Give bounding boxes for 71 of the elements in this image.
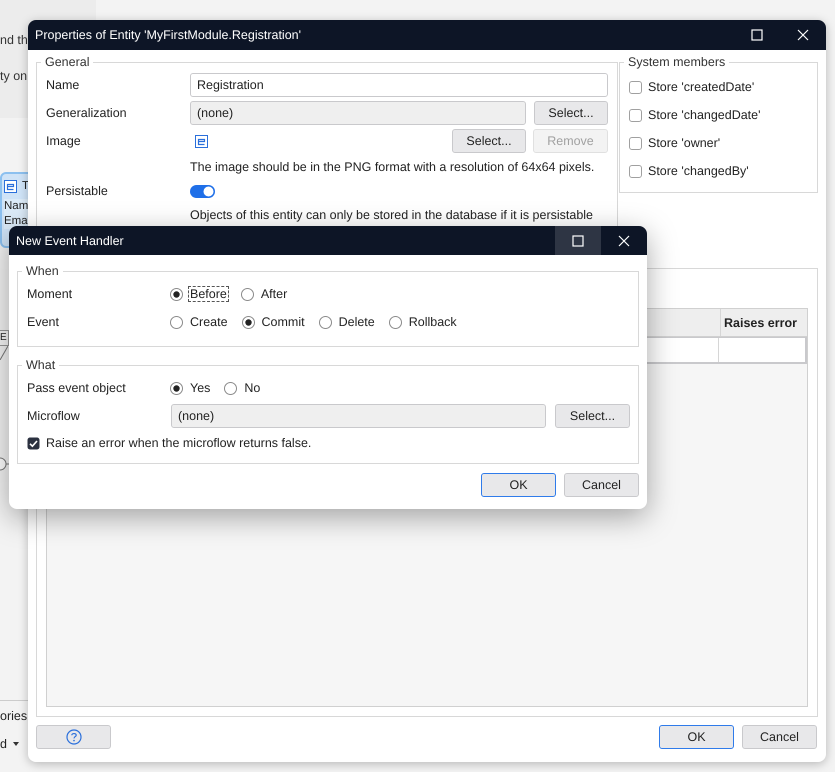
radio-button[interactable] (224, 382, 238, 394)
event-tag: E (0, 330, 9, 346)
field-label: Generalization (46, 106, 128, 120)
group-title: When (25, 264, 60, 278)
radio-button[interactable] (170, 382, 183, 394)
radio-button[interactable] (170, 288, 183, 300)
entity-attribute: Nam (4, 199, 30, 214)
field-label: Pass event object (27, 381, 127, 395)
radio-button[interactable] (170, 316, 183, 328)
select-button[interactable]: Select... (555, 404, 630, 428)
checkbox[interactable] (27, 436, 40, 450)
entity-icon (4, 180, 17, 192)
hint-text: Objects of this entity can only be stored in the database if it is persistable (189, 207, 594, 224)
text-fragment: nd th (0, 33, 28, 47)
radio-button[interactable] (388, 316, 402, 328)
column-header: Raises error (723, 314, 798, 332)
microflow-field[interactable]: (none) (171, 404, 546, 428)
maximize-button[interactable] (555, 226, 601, 255)
radio-label[interactable]: Before (188, 286, 229, 302)
hint-text: The image should be in the PNG format with a resolution of 64x64 pixels. (189, 159, 596, 176)
checkbox-label[interactable]: Store 'changedDate' (648, 108, 760, 122)
field-label: Image (46, 134, 82, 148)
radio-button[interactable] (240, 288, 254, 300)
radio-label[interactable]: Yes (188, 380, 212, 396)
connector-line (0, 346, 8, 360)
field-label: Name (46, 78, 80, 92)
radio-label[interactable]: No (242, 380, 262, 396)
entity-icon (195, 134, 208, 148)
name-field[interactable]: Registration (190, 73, 608, 97)
dropdown[interactable]: d (0, 734, 19, 754)
field-label: Moment (27, 287, 74, 301)
window-title: Properties of Entity 'MyFirstModule.Registration' (35, 28, 302, 42)
radio-button[interactable] (242, 316, 255, 328)
group-title: General (44, 55, 90, 69)
checkbox[interactable] (629, 164, 642, 178)
field-label: Persistable (46, 184, 109, 198)
radio-label[interactable]: After (258, 286, 290, 302)
select-button[interactable]: Select... (452, 129, 526, 153)
checkbox-label[interactable]: Store 'owner' (648, 136, 720, 150)
caret-icon (12, 742, 19, 746)
text-fragment: ty on (0, 69, 28, 83)
panel-tab[interactable]: ories (0, 708, 28, 722)
field-label: Microflow (27, 409, 81, 423)
checkbox[interactable] (629, 80, 642, 94)
radio-label[interactable]: Rollback (406, 314, 459, 330)
radio-label[interactable]: Create (188, 314, 230, 330)
group-title: System members (627, 55, 726, 69)
radio-label[interactable]: Commit (260, 314, 307, 330)
maximize-icon (751, 29, 763, 41)
radio-button[interactable] (318, 316, 332, 328)
generalization-field[interactable]: (none) (190, 101, 526, 125)
ok-button[interactable]: OK (659, 725, 734, 749)
checkbox-label[interactable]: Store 'changedBy' (648, 164, 749, 178)
help-button[interactable] (36, 725, 111, 749)
radio-label[interactable]: Delete (336, 314, 377, 330)
select-button[interactable]: Select... (534, 101, 608, 125)
close-icon (797, 29, 809, 41)
checkbox-label[interactable]: Raise an error when the microflow returns false. (46, 436, 312, 450)
ok-button[interactable]: OK (481, 472, 556, 496)
maximize-icon (572, 234, 584, 246)
cancel-button[interactable]: Cancel (742, 725, 817, 749)
checkbox-label[interactable]: Store 'createdDate' (648, 80, 754, 94)
dropdown-value: d (0, 737, 7, 751)
field-label: Event (27, 315, 60, 329)
checkbox[interactable] (629, 136, 642, 150)
help-icon (66, 729, 82, 745)
checkbox[interactable] (629, 108, 642, 122)
cancel-button[interactable]: Cancel (564, 472, 639, 496)
group-title: What (25, 358, 56, 372)
toggle-switch[interactable] (190, 184, 215, 198)
close-icon (618, 234, 630, 246)
